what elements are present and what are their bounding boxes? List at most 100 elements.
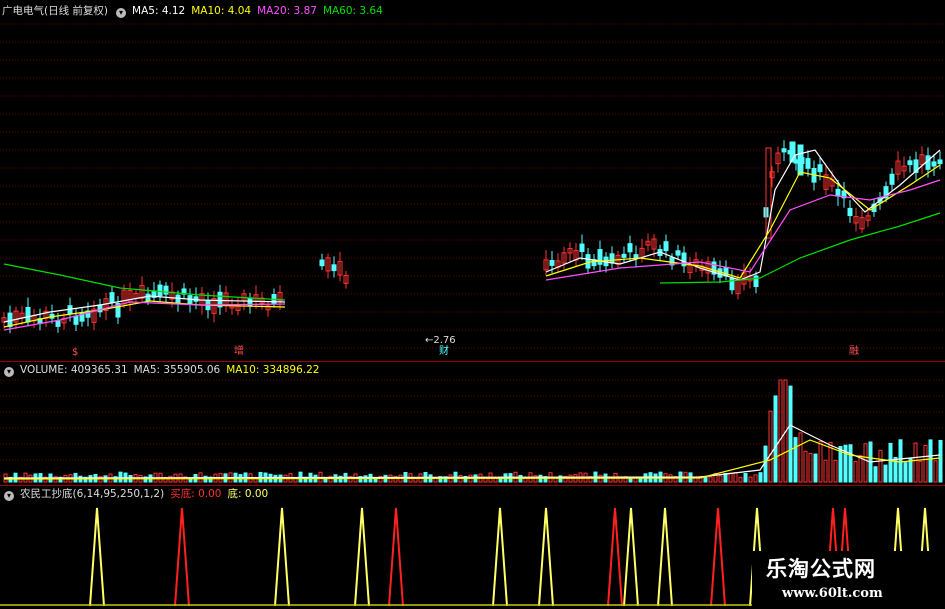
candle-body (25, 306, 31, 323)
candle-body (797, 144, 804, 176)
volume-bar (888, 442, 893, 483)
volume-bar (773, 395, 778, 483)
volume-bar (723, 473, 728, 483)
candle-body (331, 264, 337, 272)
volume-bar (908, 457, 913, 483)
volume-bar (903, 462, 908, 483)
indicator-panel-header: ▾ 农民工抄底(6,14,95,250,1,2) 买底: 0.00 底: 0.00 (2, 487, 274, 501)
candle-body (729, 277, 735, 291)
indicator-spike (388, 507, 404, 607)
volume-bar (703, 476, 708, 483)
volume-ma5-label: MA5: 355905.06 (133, 364, 221, 376)
indicator-spike (623, 507, 639, 607)
volume-bar (823, 459, 828, 483)
volume-bar (778, 379, 783, 483)
candle-body (675, 250, 681, 256)
panel-divider[interactable] (0, 485, 945, 486)
volume-bar (928, 439, 933, 483)
candle-body (157, 284, 163, 297)
candle-body (663, 241, 669, 252)
volume-bar (748, 476, 753, 483)
event-marker[interactable]: 财 (439, 347, 449, 357)
candle-body (163, 285, 169, 295)
candle-body (579, 243, 585, 253)
ma5-label: MA5: 4.12 (132, 5, 186, 17)
chart-canvas[interactable] (0, 0, 945, 609)
volume-bar (733, 471, 738, 483)
indicator-spike (607, 507, 623, 607)
settings-icon[interactable]: ▾ (4, 491, 14, 501)
candle-body (319, 259, 325, 267)
volume-bar (728, 472, 733, 483)
candle-body (73, 315, 79, 325)
candle-body (781, 148, 787, 153)
volume-bar (808, 452, 813, 483)
candle-body (145, 293, 151, 301)
indicator-spike (538, 507, 554, 607)
stock-title: 广电电气(日线 前复权) (2, 5, 109, 17)
volume-bar (758, 472, 763, 483)
volume-bar (833, 459, 838, 483)
price-panel-header: 广电电气(日线 前复权) ▾ MA5: 4.12 MA10: 4.04 MA20: 3.… (2, 4, 389, 18)
event-marker[interactable]: $ (72, 348, 78, 358)
indicator-spike (492, 507, 508, 607)
volume-bar (933, 460, 938, 483)
volume-bar (798, 432, 803, 483)
candle-body (585, 254, 591, 269)
volume-bar (753, 474, 758, 483)
indicator-spike (174, 507, 190, 607)
stock-chart-window[interactable]: 广电电气(日线 前复权) ▾ MA5: 4.12 MA10: 4.04 MA20: 3.… (0, 0, 945, 609)
volume-bar (708, 476, 713, 483)
volume-bar (858, 455, 863, 483)
indicator-spike (89, 507, 105, 607)
volume-bar (813, 453, 818, 483)
volume-bar (898, 439, 903, 483)
buy-bottom-label: 买底: 0.00 (170, 488, 222, 500)
candle-body (633, 254, 639, 259)
candle-body (817, 164, 823, 173)
indicator-name: 农民工抄底(6,14,95,250,1,2) (20, 488, 165, 500)
candle-body (931, 161, 937, 167)
volume-bar (938, 439, 943, 483)
candle-body (937, 159, 943, 165)
event-marker[interactable]: 融 (849, 347, 859, 357)
volume-bar (738, 476, 743, 483)
ma60-label: MA60: 3.64 (322, 5, 383, 17)
volume-bar (793, 437, 798, 483)
ma20-label: MA20: 3.87 (257, 5, 317, 17)
volume-panel-header: ▾ VOLUME: 409365.31 MA5: 355905.06 MA10: 33… (2, 363, 325, 377)
candle-body (925, 155, 931, 170)
settings-icon[interactable]: ▾ (116, 8, 127, 18)
volume-bar (768, 410, 773, 483)
volume-bar (873, 466, 878, 483)
volume-bar (883, 464, 888, 483)
candle-body (805, 158, 811, 169)
volume-bar (788, 385, 793, 483)
event-marker[interactable]: 增 (234, 347, 244, 357)
candle-body (55, 320, 61, 327)
watermark: 乐淘公式网 www.60lt.com (752, 551, 945, 609)
volume-ma10-label: MA10: 334896.22 (226, 364, 320, 376)
watermark-title: 乐淘公式网 (766, 557, 876, 581)
candle-body (609, 253, 615, 264)
volume-bar (818, 441, 823, 483)
watermark-url: www.60lt.com (782, 586, 883, 601)
volume-label: VOLUME: 409365.31 (20, 364, 128, 376)
candle-body (109, 292, 115, 304)
candle-body (627, 243, 633, 253)
volume-bar (743, 473, 748, 483)
candle-body (907, 160, 913, 166)
candle-body (889, 173, 895, 185)
candle-body (847, 207, 853, 217)
ma10-label: MA10: 4.04 (191, 5, 252, 17)
bottom-label: 底: 0.00 (227, 488, 269, 500)
volume-bar (848, 444, 853, 483)
indicator-spike (710, 507, 726, 607)
candle-body (835, 188, 841, 197)
settings-icon[interactable]: ▾ (4, 367, 14, 377)
candle-body (753, 275, 759, 288)
panel-divider[interactable] (0, 361, 945, 362)
candle-body (549, 259, 555, 266)
volume-bar (853, 460, 858, 483)
volume-bar (118, 471, 123, 483)
